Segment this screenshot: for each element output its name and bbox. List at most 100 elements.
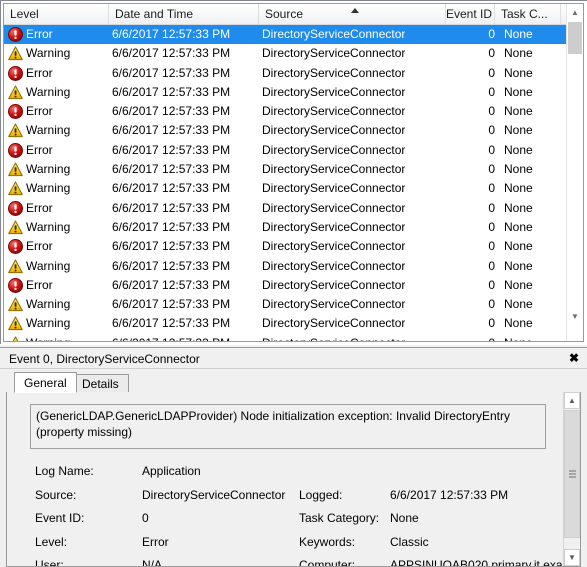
cell-date-and-time: 6/6/2017 12:57:33 PM (112, 104, 231, 119)
error-icon (8, 27, 23, 42)
cell-level: Error (26, 239, 53, 254)
table-row[interactable]: Warning 6/6/2017 12:57:33 PM DirectoryServ… (4, 121, 583, 140)
event-field-row: Level: Error Keywords: Classic (7, 531, 564, 555)
column-header-source[interactable]: Source (259, 4, 446, 24)
cell-level: Warning (26, 219, 71, 234)
event-list-rows[interactable]: Error 6/6/2017 12:57:33 PM DirectoryServic… (4, 25, 583, 341)
field-value: Application (142, 464, 201, 478)
table-row[interactable]: Warning 6/6/2017 12:57:33 PM DirectoryServ… (4, 257, 583, 276)
cell-task-category: None (504, 297, 533, 312)
column-header-task-category[interactable]: Task C... (495, 4, 561, 24)
cell-event-id: 0 (488, 277, 495, 292)
event-list-view[interactable]: Level Date and Time Source Event ID Task… (3, 3, 584, 342)
column-header-source-label: Source (265, 7, 304, 21)
cell-level: Warning (26, 334, 70, 341)
cell-source: DirectoryServiceConnector (262, 239, 406, 254)
column-header-event-id-label: Event ID (446, 7, 493, 21)
cell-task-category: None (504, 258, 533, 273)
event-message-box[interactable]: (GenericLDAP.GenericLDAPProvider) Node i… (30, 404, 546, 449)
warning-icon (8, 181, 23, 196)
tab-details[interactable]: Details (72, 374, 129, 393)
column-header-level-label: Level (10, 7, 39, 21)
field-value-secondary: Classic (390, 534, 429, 549)
table-row[interactable]: Warning 6/6/2017 12:57:33 PM DirectoryServ… (4, 295, 583, 314)
table-row[interactable]: Error 6/6/2017 12:57:33 PM DirectoryServic… (4, 237, 583, 256)
cell-source: DirectoryServiceConnector (262, 65, 406, 80)
warning-icon (8, 46, 23, 61)
cell-level: Error (26, 27, 53, 41)
warning-icon (8, 259, 23, 274)
cell-level: Error (26, 104, 53, 119)
event-message-text: (GenericLDAP.GenericLDAPProvider) Node i… (36, 409, 510, 439)
table-row[interactable]: Error 6/6/2017 12:57:33 PM DirectoryServic… (4, 141, 583, 160)
table-row[interactable]: Error 6/6/2017 12:57:33 PM DirectoryServic… (4, 102, 583, 121)
cell-source: DirectoryServiceConnector (262, 334, 405, 341)
table-row[interactable]: Warning 6/6/2017 12:57:33 PM DirectoryServ… (4, 44, 583, 63)
cell-date-and-time: 6/6/2017 12:57:33 PM (112, 297, 231, 312)
table-row[interactable]: Warning 6/6/2017 12:57:33 PM DirectoryServ… (4, 83, 583, 102)
cell-level: Error (26, 142, 53, 157)
error-icon (8, 65, 23, 81)
table-row[interactable]: Error 6/6/2017 12:57:33 PM DirectoryServic… (4, 199, 583, 218)
cell-event-id: 0 (424, 334, 495, 341)
cell-source: DirectoryServiceConnector (262, 219, 406, 234)
cell-event-id: 0 (488, 65, 495, 80)
cell-event-id: 0 (488, 316, 495, 331)
event-list-scroll-down-button[interactable]: ▼ (567, 308, 583, 325)
field-value-secondary: None (390, 511, 419, 525)
cell-task-category: None (504, 316, 533, 331)
field-value: DirectoryServiceConnector (142, 487, 286, 502)
cell-event-id: 0 (488, 239, 495, 254)
tab-general[interactable]: General (14, 372, 77, 393)
cell-task-category: None (504, 219, 533, 234)
close-icon[interactable]: ✖ (565, 350, 583, 367)
event-detail-scrollbar-thumb[interactable] (564, 410, 580, 538)
cell-event-id: 0 (488, 258, 495, 273)
table-row[interactable]: Error 6/6/2017 12:57:33 PM DirectoryServic… (4, 276, 583, 295)
cell-date-and-time: 6/6/2017 12:57:33 PM (112, 200, 231, 215)
event-list-scrollbar-track[interactable] (567, 4, 583, 341)
error-icon (8, 239, 23, 255)
cell-task-category: None (504, 334, 533, 341)
event-list-scrollbar[interactable]: ▲ ▼ (566, 4, 583, 341)
cell-task-category: None (504, 27, 533, 41)
warning-icon (8, 316, 23, 331)
table-row[interactable]: Warning 6/6/2017 12:57:33 PM DirectoryServ… (4, 160, 583, 179)
scrollbar-grip-icon (569, 470, 576, 478)
table-row[interactable]: Warning 6/6/2017 12:57:33 PM DirectoryServ… (4, 179, 583, 198)
table-row[interactable]: Warning 6/6/2017 12:57:33 PM DirectoryServ… (4, 334, 583, 341)
cell-date-and-time: 6/6/2017 12:57:33 PM (112, 142, 231, 157)
column-header-level[interactable]: Level (4, 4, 109, 24)
table-row[interactable]: Error 6/6/2017 12:57:33 PM DirectoryServic… (4, 64, 583, 83)
event-list-scrollbar-thumb[interactable] (568, 22, 582, 54)
cell-source: DirectoryServiceConnector (262, 181, 406, 196)
field-value: N/A (142, 558, 163, 566)
cell-event-id: 0 (488, 104, 495, 119)
table-row[interactable]: Warning 6/6/2017 12:57:33 PM DirectoryServ… (4, 314, 583, 333)
event-detail-scroll-down-button[interactable]: ▼ (564, 549, 580, 566)
column-header-date-and-time[interactable]: Date and Time (109, 4, 259, 24)
table-row[interactable]: Error 6/6/2017 12:57:33 PM DirectoryServic… (4, 25, 583, 45)
event-field-list: Log Name: Application Source: DirectoryServ… (7, 460, 564, 566)
cell-level: Warning (26, 123, 71, 138)
warning-icon (8, 85, 23, 100)
cell-task-category: None (504, 239, 533, 254)
event-detail-pane: Event 0, DirectoryServiceConnector ✖ Gen… (0, 347, 587, 567)
error-icon (8, 200, 23, 216)
cell-date-and-time: 6/6/2017 12:57:33 PM (112, 239, 231, 254)
cell-source: DirectoryServiceConnector (262, 200, 406, 215)
event-detail-scrollbar[interactable]: ▲ ▼ (563, 392, 580, 566)
event-detail-scroll-up-button[interactable]: ▲ (564, 392, 580, 409)
cell-source: DirectoryServiceConnector (262, 27, 406, 41)
field-value: Error (142, 534, 169, 549)
cell-task-category: None (504, 162, 533, 177)
cell-date-and-time: 6/6/2017 12:57:33 PM (112, 27, 231, 41)
cell-level: Warning (26, 84, 71, 99)
cell-task-category: None (504, 200, 533, 215)
column-header-event-id[interactable]: Event ID (446, 4, 495, 24)
cell-task-category: None (504, 277, 533, 292)
event-list-pane: Level Date and Time Source Event ID Task… (0, 0, 587, 345)
table-row[interactable]: Warning 6/6/2017 12:57:33 PM DirectoryServ… (4, 218, 583, 237)
warning-icon (8, 220, 23, 235)
event-list-scroll-up-button[interactable]: ▲ (567, 4, 583, 21)
